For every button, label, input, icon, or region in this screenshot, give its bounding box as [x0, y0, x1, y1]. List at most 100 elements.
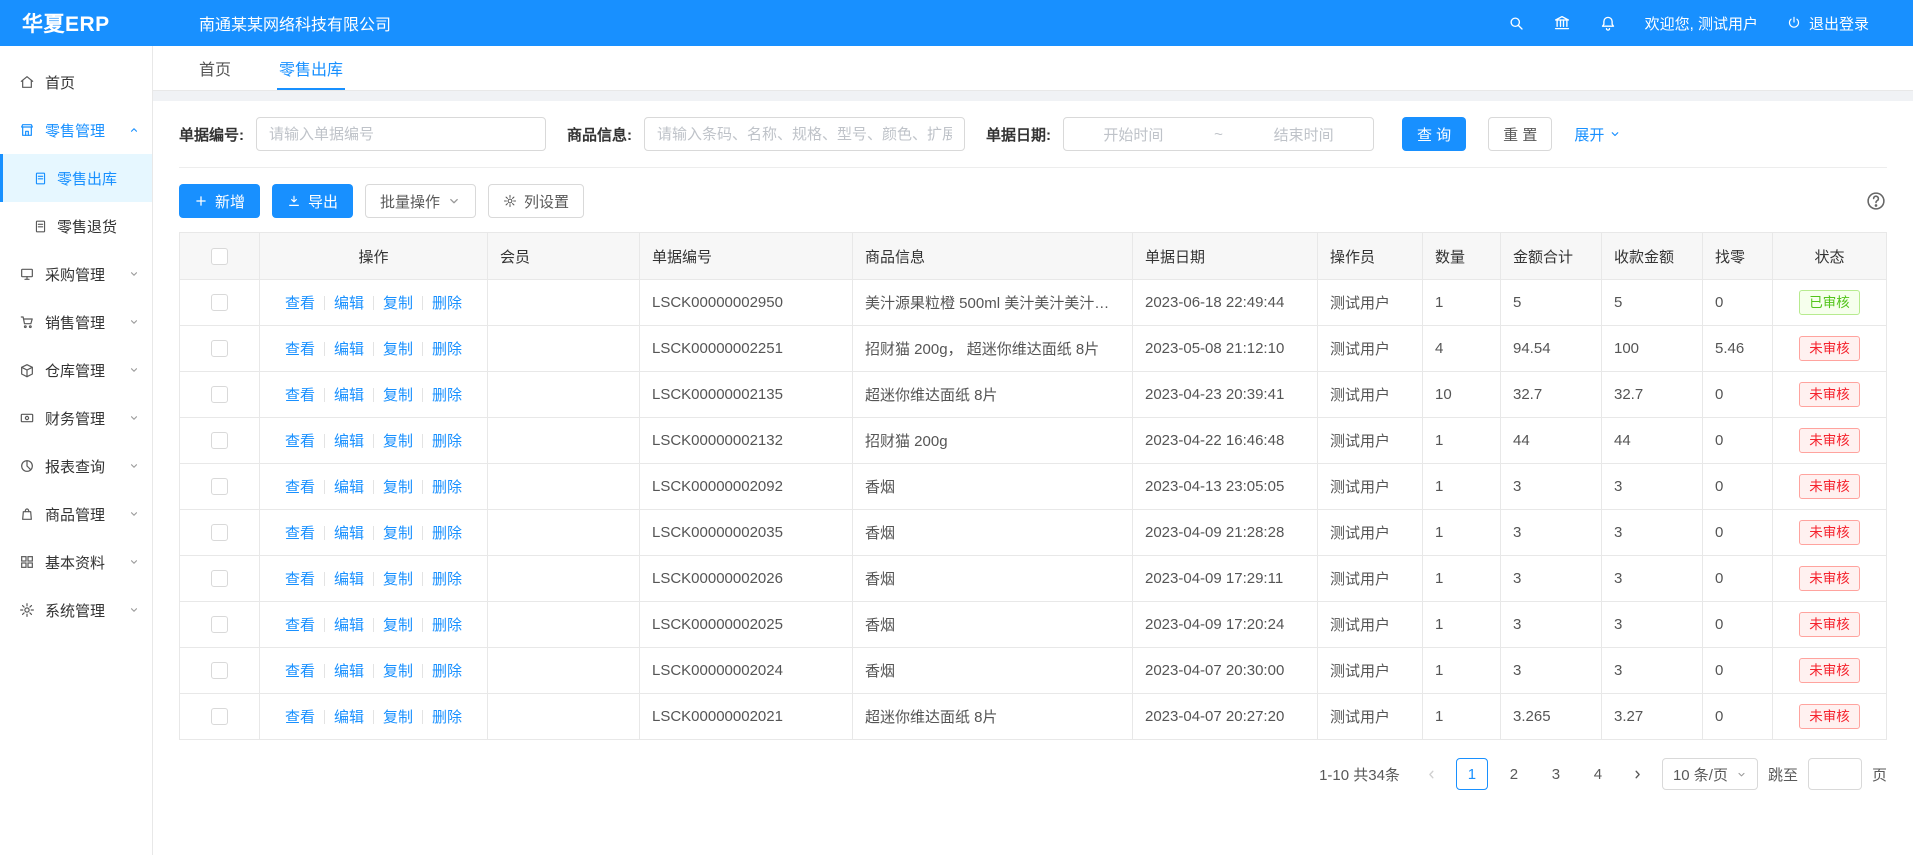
date-range-picker[interactable]: 开始时间 ~ 结束时间 [1063, 117, 1374, 151]
sidebar-item-sales[interactable]: 销售管理 [0, 298, 152, 346]
copy-link[interactable]: 复制 [383, 341, 413, 358]
edit-link[interactable]: 编辑 [334, 479, 364, 496]
cell-member [488, 464, 640, 510]
sidebar-item-retail-outbound[interactable]: 零售出库 [0, 154, 152, 202]
delete-link[interactable]: 删除 [432, 433, 462, 450]
sidebar-item-purchase[interactable]: 采购管理 [0, 250, 152, 298]
batch-actions-button[interactable]: 批量操作 [365, 184, 476, 218]
search-button[interactable]: 查 询 [1402, 117, 1466, 151]
row-checkbox[interactable] [211, 432, 228, 449]
sidebar-item-system[interactable]: 系统管理 [0, 586, 152, 634]
view-link[interactable]: 查看 [285, 571, 315, 588]
row-checkbox[interactable] [211, 616, 228, 633]
sidebar-item-home[interactable]: 首页 [0, 58, 152, 106]
view-link[interactable]: 查看 [285, 525, 315, 542]
box-icon [19, 362, 35, 378]
logout-button[interactable]: 退出登录 [1786, 13, 1869, 34]
sidebar-item-basic-data[interactable]: 基本资料 [0, 538, 152, 586]
copy-link[interactable]: 复制 [383, 387, 413, 404]
cell-operator: 测试用户 [1318, 280, 1423, 326]
page-button-1[interactable]: 1 [1456, 758, 1488, 790]
row-checkbox[interactable] [211, 524, 228, 541]
delete-link[interactable]: 删除 [432, 663, 462, 680]
row-checkbox[interactable] [211, 340, 228, 357]
view-link[interactable]: 查看 [285, 433, 315, 450]
view-link[interactable]: 查看 [285, 617, 315, 634]
edit-link[interactable]: 编辑 [334, 709, 364, 726]
product-info-input[interactable] [644, 117, 965, 151]
copy-link[interactable]: 复制 [383, 709, 413, 726]
status-badge: 未审核 [1799, 704, 1860, 729]
next-page-icon[interactable] [1624, 759, 1652, 789]
copy-link[interactable]: 复制 [383, 433, 413, 450]
row-checkbox[interactable] [211, 294, 228, 311]
delete-link[interactable]: 删除 [432, 479, 462, 496]
edit-link[interactable]: 编辑 [334, 433, 364, 450]
view-link[interactable]: 查看 [285, 709, 315, 726]
status-badge: 未审核 [1799, 336, 1860, 361]
edit-link[interactable]: 编辑 [334, 617, 364, 634]
prev-page-icon[interactable] [1418, 759, 1446, 789]
cell-operator: 测试用户 [1318, 418, 1423, 464]
edit-link[interactable]: 编辑 [334, 571, 364, 588]
sidebar-item-retail-return[interactable]: 零售退货 [0, 202, 152, 250]
reset-button[interactable]: 重 置 [1488, 117, 1552, 151]
column-settings-button[interactable]: 列设置 [488, 184, 584, 218]
edit-link[interactable]: 编辑 [334, 525, 364, 542]
search-icon[interactable] [1507, 14, 1525, 32]
welcome-text[interactable]: 欢迎您, 测试用户 [1645, 13, 1758, 34]
sidebar-item-reports[interactable]: 报表查询 [0, 442, 152, 490]
delete-link[interactable]: 删除 [432, 571, 462, 588]
page-size-select[interactable]: 10 条/页 [1662, 758, 1758, 790]
view-link[interactable]: 查看 [285, 341, 315, 358]
table-row: 查看编辑复制删除 LSCK00000002135 超迷你维达面纸 8片 2023… [180, 372, 1887, 418]
page-button-4[interactable]: 4 [1582, 758, 1614, 790]
delete-link[interactable]: 删除 [432, 341, 462, 358]
bill-no-input[interactable] [256, 117, 546, 151]
copy-link[interactable]: 复制 [383, 617, 413, 634]
tab-home[interactable]: 首页 [199, 46, 231, 90]
copy-link[interactable]: 复制 [383, 525, 413, 542]
view-link[interactable]: 查看 [285, 663, 315, 680]
edit-link[interactable]: 编辑 [334, 295, 364, 312]
view-link[interactable]: 查看 [285, 479, 315, 496]
view-link[interactable]: 查看 [285, 387, 315, 404]
sidebar-item-warehouse[interactable]: 仓库管理 [0, 346, 152, 394]
edit-link[interactable]: 编辑 [334, 663, 364, 680]
delete-link[interactable]: 删除 [432, 617, 462, 634]
tab-retail-outbound[interactable]: 零售出库 [279, 46, 343, 90]
page-button-3[interactable]: 3 [1540, 758, 1572, 790]
row-checkbox[interactable] [211, 386, 228, 403]
page-button-2[interactable]: 2 [1498, 758, 1530, 790]
chevron-down-icon [1609, 128, 1621, 140]
delete-link[interactable]: 删除 [432, 525, 462, 542]
delete-link[interactable]: 删除 [432, 387, 462, 404]
row-checkbox[interactable] [211, 662, 228, 679]
row-checkbox[interactable] [211, 708, 228, 725]
delete-link[interactable]: 删除 [432, 709, 462, 726]
delete-link[interactable]: 删除 [432, 295, 462, 312]
copy-link[interactable]: 复制 [383, 663, 413, 680]
sidebar-item-retail[interactable]: 零售管理 [0, 106, 152, 154]
copy-link[interactable]: 复制 [383, 571, 413, 588]
jump-to-input[interactable] [1808, 758, 1862, 790]
row-checkbox[interactable] [211, 570, 228, 587]
bank-icon[interactable] [1553, 14, 1571, 32]
view-link[interactable]: 查看 [285, 295, 315, 312]
sidebar-item-goods[interactable]: 商品管理 [0, 490, 152, 538]
edit-link[interactable]: 编辑 [334, 387, 364, 404]
bell-icon[interactable] [1599, 14, 1617, 32]
edit-link[interactable]: 编辑 [334, 341, 364, 358]
select-all-checkbox[interactable] [211, 248, 228, 265]
app-logo[interactable]: 华夏ERP [0, 8, 153, 38]
export-button[interactable]: 导出 [272, 184, 353, 218]
export-icon [287, 194, 301, 208]
action-divider [324, 572, 325, 586]
row-checkbox[interactable] [211, 478, 228, 495]
copy-link[interactable]: 复制 [383, 479, 413, 496]
copy-link[interactable]: 复制 [383, 295, 413, 312]
sidebar-item-finance[interactable]: 财务管理 [0, 394, 152, 442]
help-icon[interactable] [1865, 190, 1887, 212]
expand-link[interactable]: 展开 [1574, 124, 1621, 145]
add-button[interactable]: 新增 [179, 184, 260, 218]
